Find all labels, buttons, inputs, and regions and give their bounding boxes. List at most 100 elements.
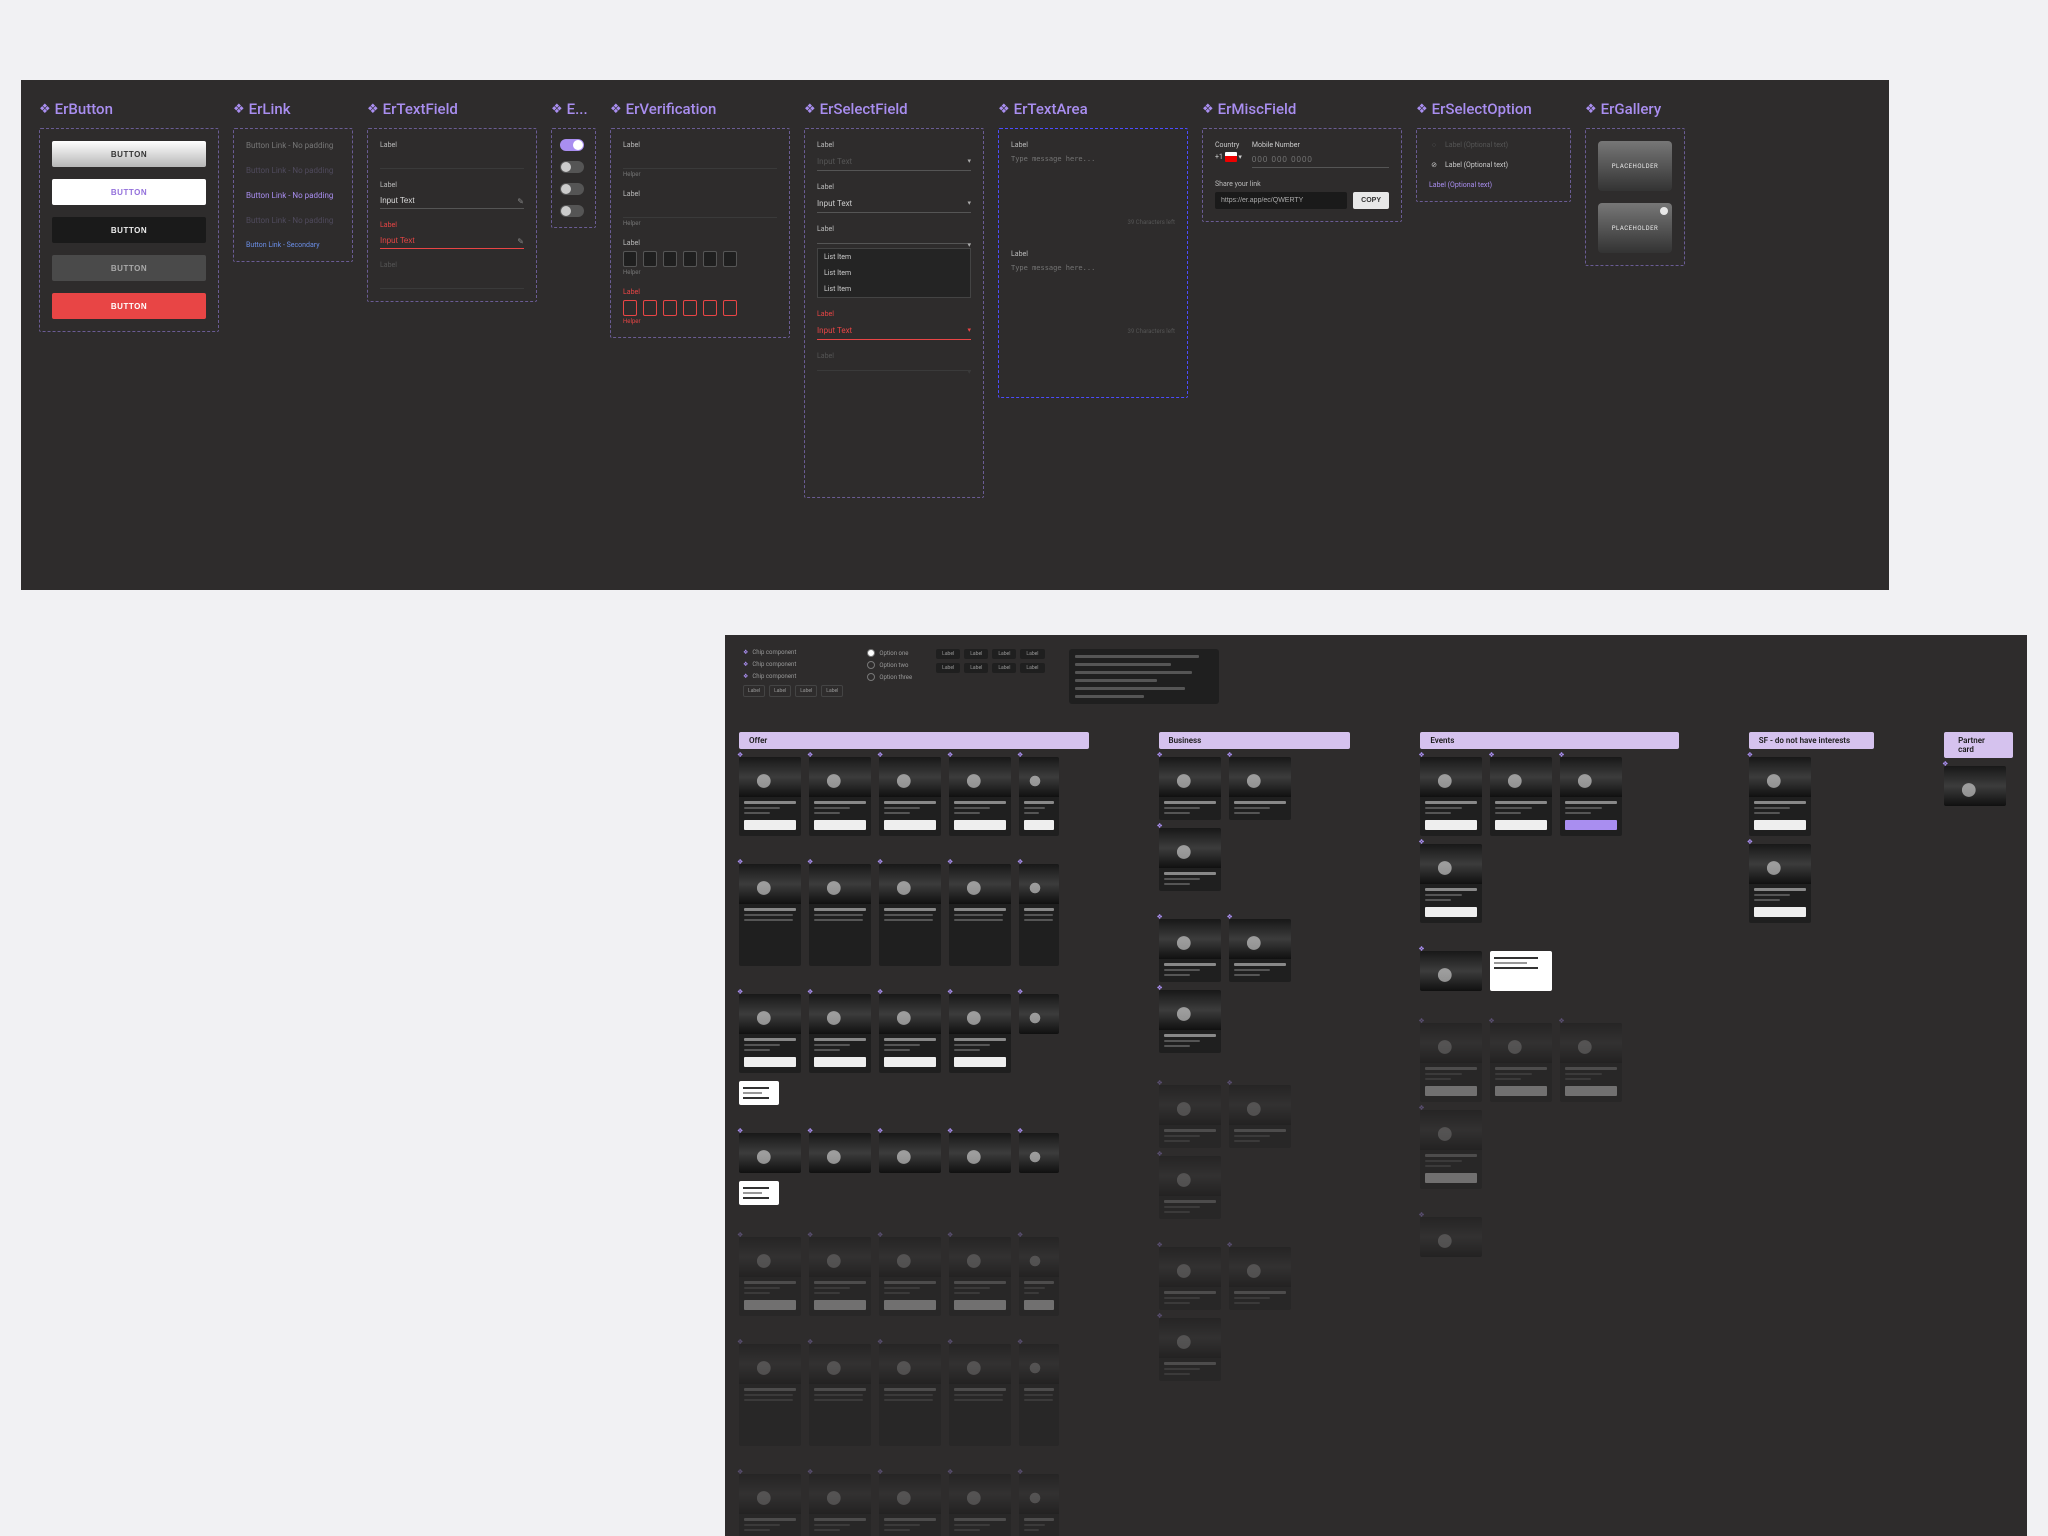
select-option[interactable]: List Item — [818, 249, 970, 265]
tag[interactable]: Label — [1020, 663, 1044, 673]
card-cta[interactable] — [1565, 1086, 1617, 1096]
card[interactable] — [1229, 757, 1291, 820]
card[interactable] — [1159, 757, 1221, 820]
card[interactable] — [1560, 757, 1622, 836]
card-cta[interactable] — [1425, 1173, 1477, 1183]
card-cta[interactable] — [744, 820, 796, 830]
select-filled[interactable]: Input Text ▾ — [817, 195, 971, 213]
card-cta[interactable] — [744, 1300, 796, 1310]
card-cta[interactable] — [1024, 1300, 1054, 1310]
country-value[interactable]: +1 ▾ — [1215, 152, 1242, 162]
link-default[interactable]: Button Link - No padding — [246, 141, 340, 150]
card-cta[interactable] — [814, 820, 866, 830]
card[interactable] — [739, 864, 801, 966]
link-disabled[interactable]: Button Link - No padding — [246, 216, 340, 225]
card[interactable] — [809, 1344, 871, 1446]
card-cta[interactable] — [884, 1300, 936, 1310]
link-secondary[interactable]: Button Link - Secondary — [246, 241, 340, 249]
chip[interactable]: Chip component — [752, 649, 796, 656]
card[interactable] — [949, 757, 1011, 836]
card-cta[interactable] — [884, 820, 936, 830]
toggle-off[interactable] — [560, 183, 584, 195]
card[interactable] — [1420, 951, 1482, 991]
pin-input[interactable] — [683, 300, 697, 316]
toggle-off[interactable] — [560, 161, 584, 173]
select-empty[interactable]: Input Text ▾ — [817, 153, 971, 171]
chip-link[interactable]: Label — [743, 685, 765, 697]
card[interactable] — [1159, 990, 1221, 1053]
card-cta[interactable] — [954, 820, 1006, 830]
card[interactable] — [1420, 1110, 1482, 1189]
select-open[interactable]: ▾ — [817, 237, 971, 244]
card-cta[interactable] — [954, 1300, 1006, 1310]
card[interactable] — [1749, 757, 1811, 836]
card[interactable] — [1019, 1133, 1059, 1173]
card-cta[interactable] — [1565, 820, 1617, 830]
pin-input[interactable] — [623, 251, 637, 267]
card[interactable] — [1944, 766, 2006, 806]
card-cta[interactable] — [884, 1057, 936, 1067]
pin-input[interactable] — [723, 300, 737, 316]
card[interactable] — [1019, 994, 1059, 1034]
card[interactable] — [1490, 1023, 1552, 1102]
pin-input[interactable] — [623, 300, 637, 316]
card[interactable] — [739, 1133, 801, 1173]
card-cta[interactable] — [1425, 1086, 1477, 1096]
card-cta[interactable] — [1754, 820, 1806, 830]
card[interactable] — [879, 1344, 941, 1446]
card-light[interactable] — [1490, 951, 1552, 991]
chip[interactable]: Chip component — [752, 661, 796, 668]
card[interactable] — [879, 757, 941, 836]
card-light[interactable] — [739, 1081, 779, 1105]
option-disabled[interactable]: ○ Label (Optional text) — [1429, 141, 1558, 149]
card[interactable] — [1420, 1023, 1482, 1102]
pin-input[interactable] — [723, 251, 737, 267]
button-dark[interactable]: BUTTON — [52, 217, 206, 243]
textarea[interactable] — [1011, 264, 1175, 324]
pin-input[interactable] — [703, 300, 717, 316]
card[interactable] — [809, 1474, 871, 1536]
radio-option[interactable]: Option one — [867, 649, 912, 657]
button-disabled[interactable]: BUTTON — [52, 255, 206, 281]
mobile-input[interactable] — [1252, 152, 1389, 168]
card[interactable] — [1159, 919, 1221, 982]
card[interactable] — [1229, 1247, 1291, 1310]
link-active[interactable]: Button Link - No padding — [246, 191, 340, 200]
card[interactable] — [879, 1237, 941, 1316]
card[interactable] — [739, 1474, 801, 1536]
select-error[interactable]: Input Text ▾ — [817, 322, 971, 340]
card-cta[interactable] — [1754, 907, 1806, 917]
select-option[interactable]: List Item — [818, 265, 970, 281]
card[interactable] — [879, 994, 941, 1073]
card[interactable] — [949, 1133, 1011, 1173]
card[interactable] — [1420, 844, 1482, 923]
card[interactable] — [1420, 757, 1482, 836]
select-option[interactable]: List Item — [818, 281, 970, 297]
card-cta[interactable] — [1495, 1086, 1547, 1096]
pin-input[interactable] — [683, 251, 697, 267]
card[interactable] — [1159, 1318, 1221, 1381]
card[interactable] — [949, 1474, 1011, 1536]
tag[interactable]: Label — [964, 649, 988, 659]
card[interactable] — [1019, 757, 1059, 836]
card-light[interactable] — [739, 1181, 779, 1205]
card[interactable] — [879, 1133, 941, 1173]
card[interactable] — [809, 864, 871, 966]
pin-input[interactable] — [663, 300, 677, 316]
card-cta[interactable] — [1495, 820, 1547, 830]
tag[interactable]: Label — [992, 649, 1016, 659]
card[interactable] — [1019, 1474, 1059, 1536]
card[interactable] — [809, 994, 871, 1073]
textfield-disabled[interactable] — [380, 273, 524, 289]
card[interactable] — [1490, 757, 1552, 836]
tag[interactable]: Label — [936, 663, 960, 673]
card[interactable] — [1019, 864, 1059, 966]
card[interactable] — [1159, 1156, 1221, 1219]
card[interactable] — [739, 994, 801, 1073]
card[interactable] — [1560, 1023, 1622, 1102]
chip-link[interactable]: Label — [795, 685, 817, 697]
radio-option[interactable]: Option two — [867, 661, 912, 669]
pin-input[interactable] — [703, 251, 717, 267]
pin-input[interactable] — [643, 251, 657, 267]
card[interactable] — [1019, 1344, 1059, 1446]
